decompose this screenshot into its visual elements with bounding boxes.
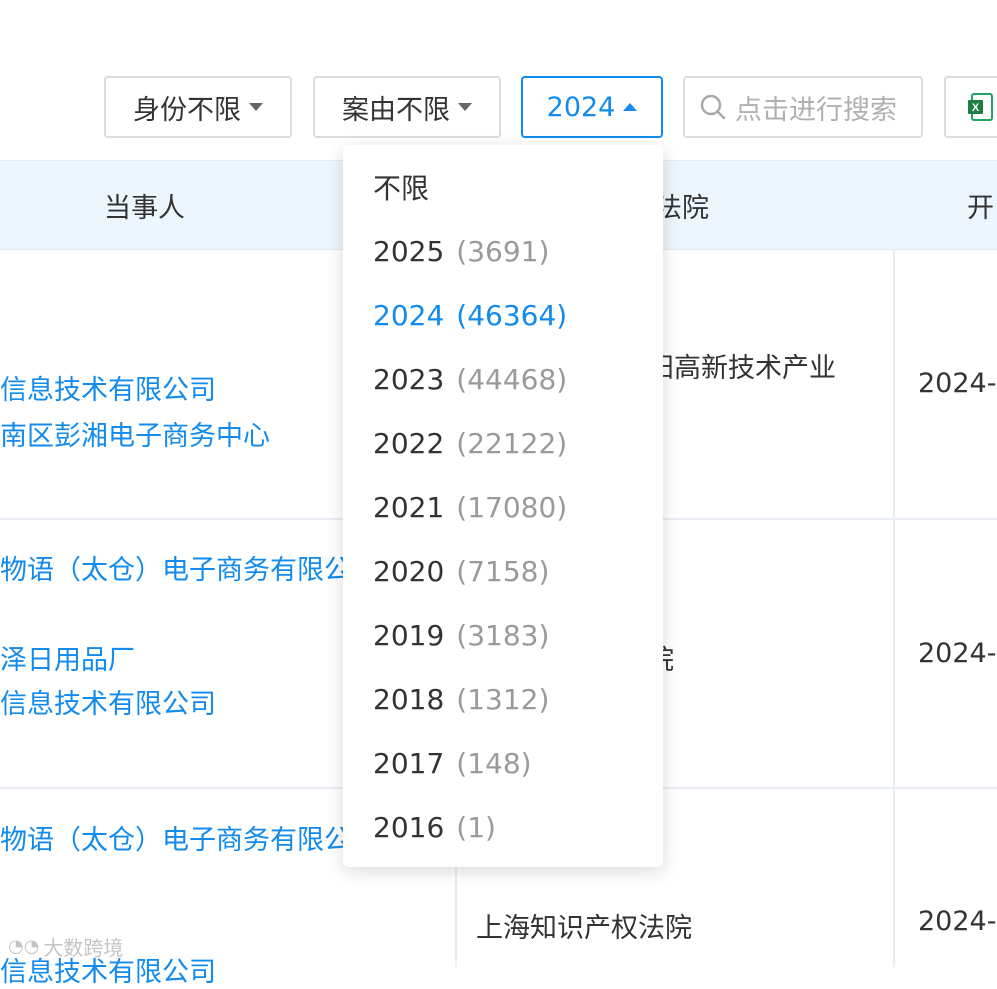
identity-filter-label: 身份不限 [133, 94, 241, 126]
year-option-2025[interactable]: 2025 (3691) [373, 229, 549, 273]
identity-filter-dropdown[interactable]: 身份不限 [104, 76, 292, 138]
court-name: 上海知识产权法院 [476, 913, 692, 944]
date-cell: 2024- [918, 638, 997, 669]
cause-filter-dropdown[interactable]: 案由不限 [313, 76, 501, 138]
chevron-up-icon [623, 103, 638, 111]
year-dropdown-menu: 不限 2025 (3691) 2024 (46364) 2023 (44468)… [343, 145, 663, 867]
excel-icon: X [968, 93, 993, 121]
party-link[interactable]: 信息技术有限公司 [0, 682, 216, 721]
year-option-count: (44468) [456, 362, 568, 396]
year-option-2022[interactable]: 2022 (22122) [373, 421, 567, 465]
party-link[interactable]: 物语（太仓）电子商务有限公 [0, 548, 351, 587]
column-divider [893, 249, 895, 967]
year-option-2019[interactable]: 2019 (3183) [373, 613, 549, 657]
year-option-unlimited[interactable]: 不限 [373, 165, 429, 209]
watermark: ◔◔ 大数跨境 [8, 932, 123, 961]
year-option-count: (7158) [456, 554, 550, 588]
party-link[interactable]: 物语（太仓）电子商务有限公 [0, 818, 351, 857]
search-icon [700, 94, 726, 120]
year-option-label: 2024 [373, 298, 445, 332]
chevron-down-icon [249, 103, 263, 111]
year-option-2016[interactable]: 2016 (1) [373, 805, 496, 849]
party-link[interactable]: 泽日用品厂 [0, 638, 135, 677]
year-option-2018[interactable]: 2018 (1312) [373, 677, 549, 721]
watermark-text: 大数跨境 [43, 936, 124, 960]
year-option-label: 不限 [373, 172, 430, 205]
year-option-label: 2022 [373, 426, 445, 460]
year-option-label: 2023 [373, 362, 445, 396]
year-option-label: 2016 [373, 810, 445, 844]
year-option-label: 2018 [373, 682, 445, 716]
year-option-2021[interactable]: 2021 (17080) [373, 485, 567, 529]
year-option-count: (17080) [456, 490, 568, 524]
year-option-label: 2025 [373, 234, 445, 268]
year-option-count: (148) [456, 746, 532, 780]
year-filter-dropdown[interactable]: 2024 [521, 76, 663, 138]
svg-text:X: X [972, 102, 980, 114]
party-link[interactable]: 南区彭湘电子商务中心 [0, 414, 270, 453]
year-option-label: 2019 [373, 618, 445, 652]
date-cell: 2024- [918, 368, 997, 399]
year-option-label: 2021 [373, 490, 445, 524]
year-filter-label: 2024 [546, 91, 616, 123]
year-option-2023[interactable]: 2023 (44468) [373, 357, 567, 401]
year-option-label: 2020 [373, 554, 445, 588]
column-header-party: 当事人 [104, 192, 185, 224]
year-option-2024[interactable]: 2024 (46364) [373, 293, 567, 337]
export-excel-button[interactable]: X [944, 76, 997, 138]
column-header-date: 开 [967, 192, 994, 224]
date-cell: 2024- [918, 906, 997, 937]
year-option-count: (1312) [456, 682, 550, 716]
chevron-down-icon [458, 103, 472, 111]
watermark-logo-icon: ◔◔ [8, 936, 40, 957]
year-option-count: (3691) [456, 234, 550, 268]
year-option-count: (3183) [456, 618, 550, 652]
year-option-label: 2017 [373, 746, 445, 780]
search-input[interactable]: 点击进行搜索 [683, 76, 923, 138]
party-link[interactable]: 信息技术有限公司 [0, 368, 216, 407]
search-placeholder: 点击进行搜索 [735, 94, 897, 126]
year-option-2020[interactable]: 2020 (7158) [373, 549, 549, 593]
cause-filter-label: 案由不限 [342, 94, 450, 126]
column-header-court: 法院 [655, 192, 709, 224]
year-option-2017[interactable]: 2017 (148) [373, 741, 532, 785]
year-option-count: (1) [456, 810, 496, 844]
year-option-count: (22122) [456, 426, 568, 460]
year-option-count: (46364) [456, 298, 568, 332]
